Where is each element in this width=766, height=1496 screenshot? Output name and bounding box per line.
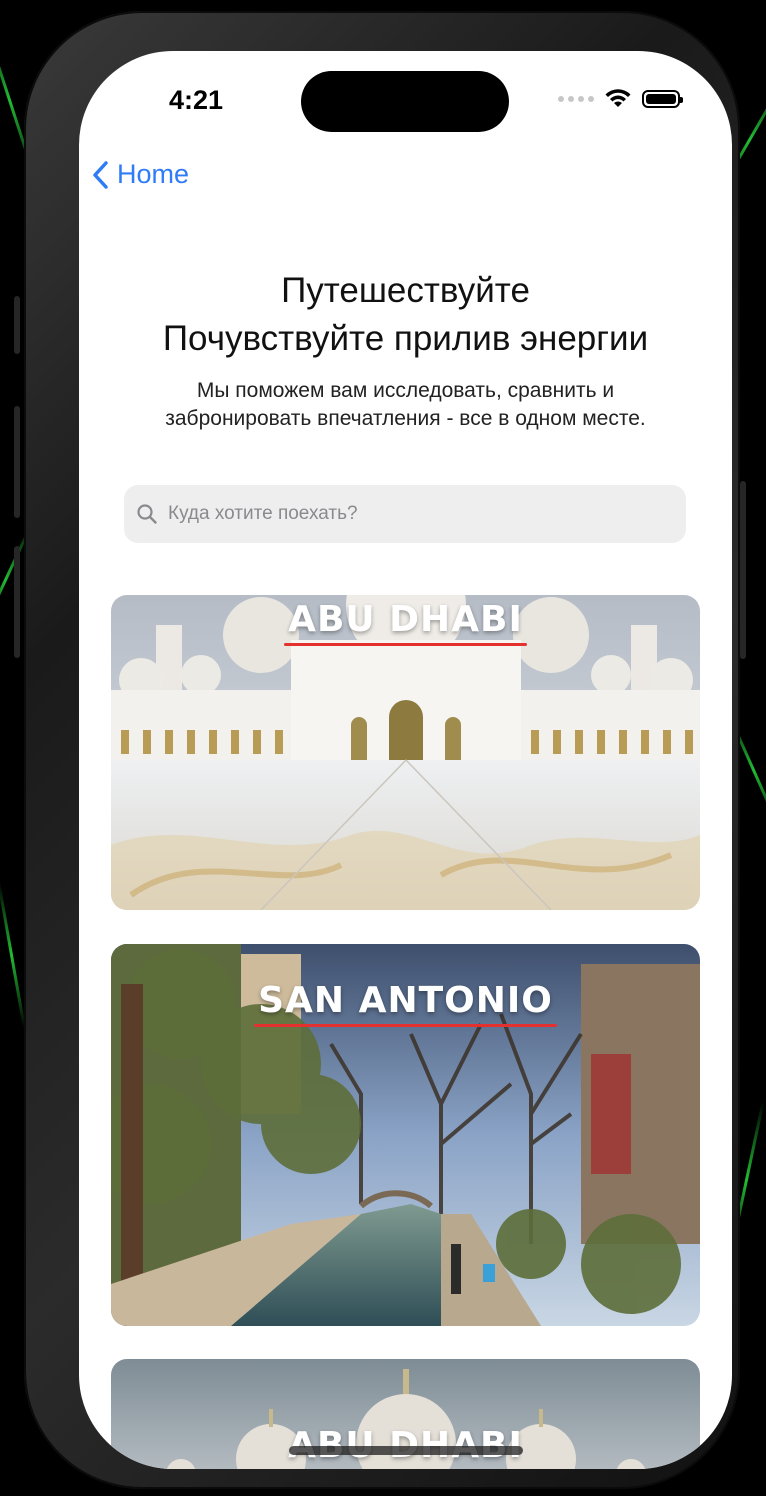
back-button[interactable]: Home bbox=[91, 159, 189, 190]
destination-title: SAN ANTONIO bbox=[111, 980, 700, 1027]
search-input[interactable] bbox=[166, 502, 650, 526]
destination-name: ABU DHABI bbox=[284, 599, 527, 646]
destination-title: ABU DHABI bbox=[111, 599, 700, 646]
home-indicator[interactable] bbox=[289, 1446, 523, 1455]
destination-name: SAN ANTONIO bbox=[254, 980, 557, 1027]
destination-card-abu-dhabi[interactable]: ABU DHABI bbox=[111, 595, 700, 910]
title-line-1: Путешествуйте bbox=[281, 271, 530, 310]
app-screen: 4:21 Home Путешествуйте Почувствуйте при… bbox=[79, 51, 732, 1469]
destination-card-san-antonio[interactable]: SAN ANTONIO bbox=[111, 944, 700, 1326]
cellular-signal-icon bbox=[558, 96, 594, 102]
dynamic-island bbox=[301, 71, 509, 132]
background-streak bbox=[0, 880, 27, 1030]
device-frame-background: 4:21 Home Путешествуйте Почувствуйте при… bbox=[0, 0, 766, 1496]
page-title: Путешествуйте Почувствуйте прилив энерги… bbox=[79, 267, 732, 363]
status-time: 4:21 bbox=[169, 85, 224, 115]
search-bar[interactable] bbox=[124, 485, 686, 543]
status-indicators bbox=[558, 89, 683, 109]
volume-up-button bbox=[14, 406, 20, 518]
volume-down-button bbox=[14, 546, 20, 658]
title-line-2: Почувствуйте прилив энергии bbox=[162, 319, 649, 358]
back-button-label: Home bbox=[117, 159, 190, 189]
battery-icon bbox=[642, 90, 683, 108]
search-icon bbox=[137, 504, 157, 524]
wifi-icon bbox=[605, 89, 631, 107]
power-button bbox=[740, 481, 746, 659]
page-subtitle: Мы поможем вам исследовать, сравнить и з… bbox=[165, 379, 646, 430]
mute-switch bbox=[14, 296, 20, 354]
chevron-left-icon bbox=[93, 160, 108, 189]
phone-body: 4:21 Home Путешествуйте Почувствуйте при… bbox=[14, 11, 746, 1489]
